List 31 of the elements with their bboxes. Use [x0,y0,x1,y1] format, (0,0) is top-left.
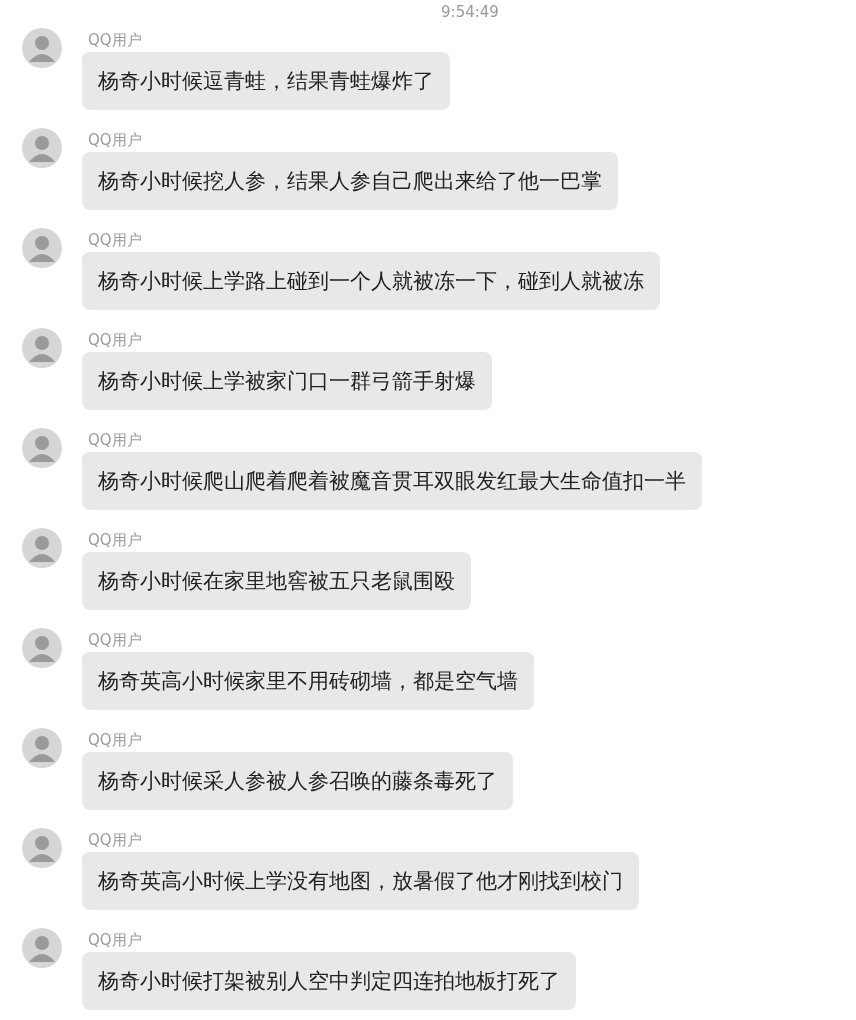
message-bubble: 杨奇英高小时候上学没有地图，放暑假了他才刚找到校门 [82,852,639,910]
avatar-icon [22,228,62,268]
avatar-icon [22,628,62,668]
sender-name: QQ用户 [88,30,142,50]
avatar-icon [22,428,62,468]
message-bubble: 杨奇小时候逗青蛙，结果青蛙爆炸了 [82,52,450,110]
avatar-icon [22,28,62,68]
message-bubble: 杨奇小时候在家里地窖被五只老鼠围殴 [82,552,471,610]
avatar-icon [22,728,62,768]
message-bubble: 杨奇小时候采人参被人参召唤的藤条毒死了 [82,752,513,810]
message-bubble: 杨奇小时候打架被别人空中判定四连拍地板打死了 [82,952,576,1010]
message-bubble: 杨奇小时候爬山爬着爬着被魔音贯耳双眼发红最大生命值扣一半 [82,452,702,510]
sender-name: QQ用户 [88,330,142,350]
message-bubble: 杨奇英高小时候家里不用砖砌墙，都是空气墙 [82,652,534,710]
message-time: 9:54:49 [441,2,499,23]
avatar-icon [22,128,62,168]
sender-name: QQ用户 [88,230,142,250]
avatar-icon [22,328,62,368]
avatar-icon [22,528,62,568]
sender-name: QQ用户 [88,630,142,650]
avatar-icon [22,828,62,868]
message-bubble: 杨奇小时候上学路上碰到一个人就被冻一下，碰到人就被冻 [82,252,660,310]
message-bubble: 杨奇小时候上学被家门口一群弓箭手射爆 [82,352,492,410]
sender-name: QQ用户 [88,130,142,150]
sender-name: QQ用户 [88,830,142,850]
sender-name: QQ用户 [88,430,142,450]
avatar-icon [22,928,62,968]
message-bubble: 杨奇小时候挖人参，结果人参自己爬出来给了他一巴掌 [82,152,618,210]
sender-name: QQ用户 [88,530,142,550]
sender-name: QQ用户 [88,730,142,750]
sender-name: QQ用户 [88,930,142,950]
